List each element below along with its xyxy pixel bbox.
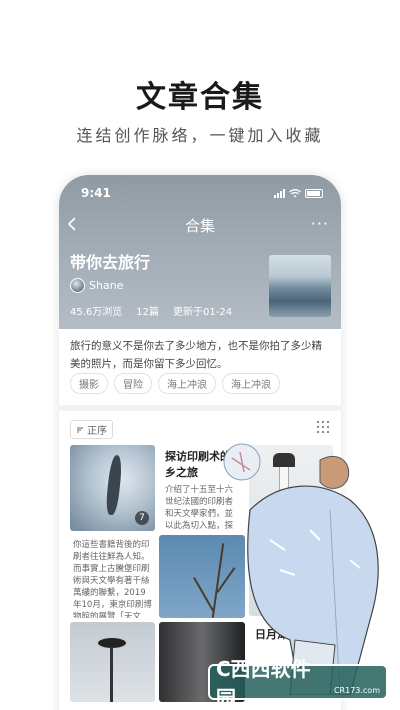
signal-icon (274, 188, 285, 198)
collection-cover-image (269, 255, 331, 317)
collection-title: 带你去旅行 (70, 253, 151, 272)
article-card[interactable]: 你這些書籍背後的印刷者往往鮮為人知。而事實上古騰堡印刷術與天文學有著千絲萬縷的聯… (70, 535, 155, 618)
battery-icon (305, 188, 323, 198)
tag-chip[interactable]: 摄影 (70, 373, 108, 394)
status-bar: 9:41 (81, 185, 323, 201)
image-count-badge: 7 (135, 511, 149, 525)
tower-pole (110, 647, 113, 702)
promo-title: 文章合集 (136, 80, 264, 115)
watermark-url: CR173.com (333, 685, 380, 695)
tag-chip[interactable]: 冒险 (114, 373, 152, 394)
sort-button[interactable]: 正序 (70, 420, 113, 439)
author-name[interactable]: Shane (89, 279, 123, 292)
author-info[interactable]: Shane (70, 278, 123, 293)
collection-stats: 45.6万浏览 12篇 更新于01-24 (70, 303, 232, 318)
grid-view-icon[interactable] (317, 421, 329, 433)
promo-subtitle: 连结创作脉络，一键加入收藏 (76, 126, 324, 145)
watermark-logo: C西西软件园 CR173.com (208, 657, 388, 710)
status-icons (274, 188, 323, 198)
sort-icon (77, 427, 83, 432)
article-card[interactable] (70, 622, 155, 702)
nav-title: 合集 (184, 217, 215, 235)
tag-chip[interactable]: 海上冲浪 (222, 373, 280, 394)
status-time: 9:41 (81, 186, 111, 200)
article-excerpt: 你這些書籍背後的印刷者往往鮮為人知。而事實上古騰堡印刷術與天文學有著千絲萬縷的聯… (73, 540, 152, 618)
tag-chip[interactable]: 海上冲浪 (158, 373, 216, 394)
navbar: 合集 ··· (59, 215, 341, 237)
updated-date: 更新于01-24 (173, 307, 233, 318)
collection-header: 9:41 合集 ··· 带你去旅行 Shane 45.6万浏览 12篇 更新于0… (59, 175, 341, 329)
section-divider (59, 405, 341, 411)
more-button[interactable]: ··· (311, 215, 329, 233)
article-count: 12篇 (136, 307, 159, 318)
avatar[interactable] (70, 278, 85, 293)
collection-description: 旅行的意义不是你去了多少地方，也不是你拍了多少精美的照片，而是你留下多少回忆。 (70, 340, 322, 370)
watermark-brand: C西西软件园 (216, 657, 311, 710)
tag-list: 摄影 冒险 海上冲浪 海上冲浪 (70, 373, 280, 394)
wifi-icon (289, 188, 301, 197)
sort-label: 正序 (87, 426, 107, 437)
article-card[interactable]: 7 (70, 445, 155, 531)
views-count: 45.6万浏览 (70, 307, 123, 318)
whale-image (104, 454, 124, 516)
